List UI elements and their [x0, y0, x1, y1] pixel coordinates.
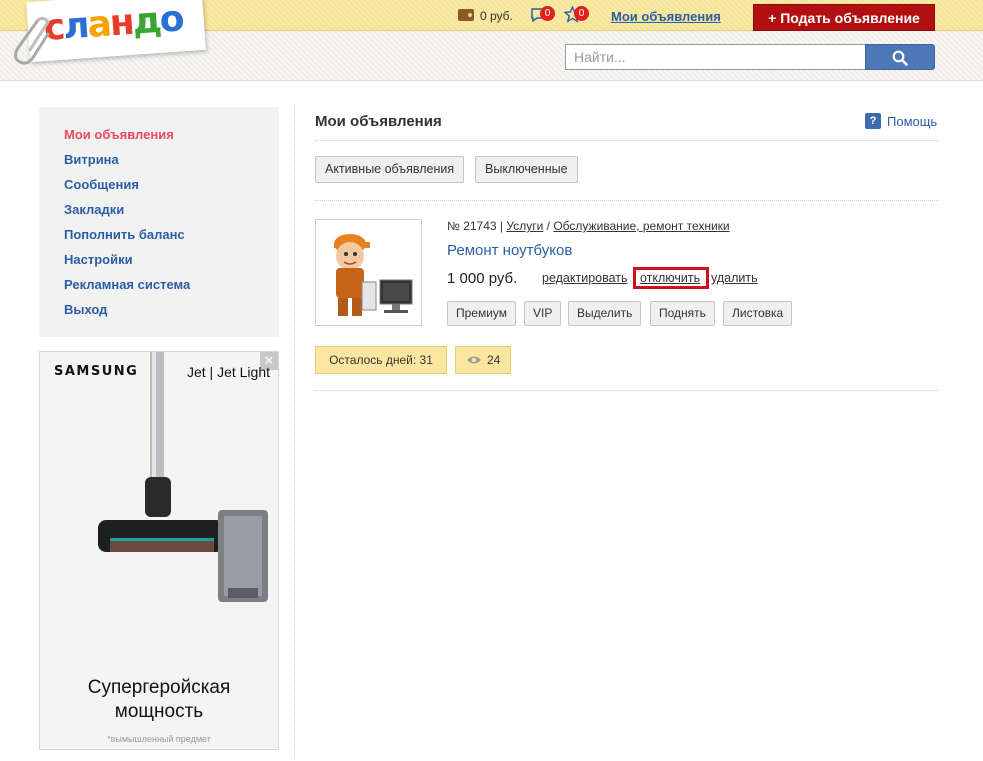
- tab-active-ads[interactable]: Активные объявления: [315, 156, 465, 183]
- sidebar-item-bookmarks[interactable]: Закладки: [64, 202, 124, 217]
- my-ads-link[interactable]: Мои объявления: [611, 9, 721, 24]
- views-count: 24: [487, 353, 501, 367]
- eye-icon: [467, 356, 481, 364]
- page-title: Мои объявления: [315, 113, 442, 130]
- sidebar-item-top-up-balance[interactable]: Пополнить баланс: [64, 227, 185, 242]
- ad-disclaimer: *вымышленный предмет: [107, 734, 211, 744]
- highlight-annotation: [633, 267, 709, 289]
- listing-price: 1 000 руб.: [447, 270, 518, 287]
- post-ad-button[interactable]: + Подать объявление: [753, 4, 935, 31]
- sidebar-item-showcase[interactable]: Витрина: [64, 152, 119, 167]
- logo-text: сландо: [42, 0, 184, 49]
- repairman-image: [334, 234, 413, 316]
- category-link[interactable]: Услуги: [506, 219, 543, 233]
- balance-text[interactable]: 0 руб.: [480, 9, 513, 23]
- sidebar-item-logout[interactable]: Выход: [64, 302, 107, 317]
- vacuum-cleaner-image: [98, 352, 268, 602]
- column-divider: [294, 107, 295, 757]
- tab-disabled-ads[interactable]: Выключенные: [475, 156, 578, 183]
- title-divider: [315, 140, 939, 141]
- listing-divider: [315, 390, 939, 391]
- help-link[interactable]: Помощь: [887, 114, 937, 129]
- days-left-badge: Осталось дней: 31: [315, 346, 447, 374]
- listing-number: № 21743: [447, 219, 497, 233]
- flyer-button[interactable]: Листовка: [723, 301, 793, 326]
- search-input[interactable]: [565, 44, 866, 70]
- bump-button[interactable]: Поднять: [650, 301, 715, 326]
- sidebar-item-ad-system[interactable]: Рекламная система: [64, 277, 190, 292]
- delete-link[interactable]: удалить: [711, 271, 758, 285]
- samsung-banner-ad[interactable]: ✕ SAMSUNG Jet | Jet Light Супергеройская…: [39, 351, 279, 750]
- sidebar-item-messages[interactable]: Сообщения: [64, 177, 139, 192]
- help-icon[interactable]: ?: [865, 113, 881, 129]
- views-badge: 24: [455, 346, 511, 374]
- premium-button[interactable]: Премиум: [447, 301, 517, 326]
- tabs-divider: [315, 200, 939, 201]
- sidebar-item-my-ads[interactable]: Мои объявления: [64, 127, 174, 142]
- meta-separator: |: [499, 219, 504, 233]
- meta-slash: /: [546, 219, 550, 233]
- account-sidebar-menu: Мои объявления Витрина Сообщения Закладк…: [39, 107, 279, 337]
- subcategory-link[interactable]: Обслуживание, ремонт техники: [553, 219, 729, 233]
- listing-thumbnail[interactable]: [315, 219, 422, 326]
- listing-meta: № 21743 | Услуги / Обслуживание, ремонт …: [447, 219, 730, 233]
- search-button[interactable]: [865, 44, 935, 70]
- edit-link[interactable]: редактировать: [542, 271, 628, 285]
- ad-headline: Супергеройская мощность: [87, 677, 231, 722]
- site-header: сландо 0 руб. 0 0 Мои объявления + Подат…: [0, 0, 983, 81]
- messages-count-badge: 0: [540, 6, 555, 21]
- highlight-button[interactable]: Выделить: [568, 301, 642, 326]
- sidebar-item-settings[interactable]: Настройки: [64, 252, 133, 267]
- search-icon: [892, 50, 908, 66]
- wallet-icon[interactable]: [458, 9, 474, 21]
- favorites-count-badge: 0: [574, 6, 589, 21]
- vip-button[interactable]: VIP: [524, 301, 562, 326]
- listing-title-link[interactable]: Ремонт ноутбуков: [447, 242, 572, 259]
- paperclip-icon: [13, 16, 50, 65]
